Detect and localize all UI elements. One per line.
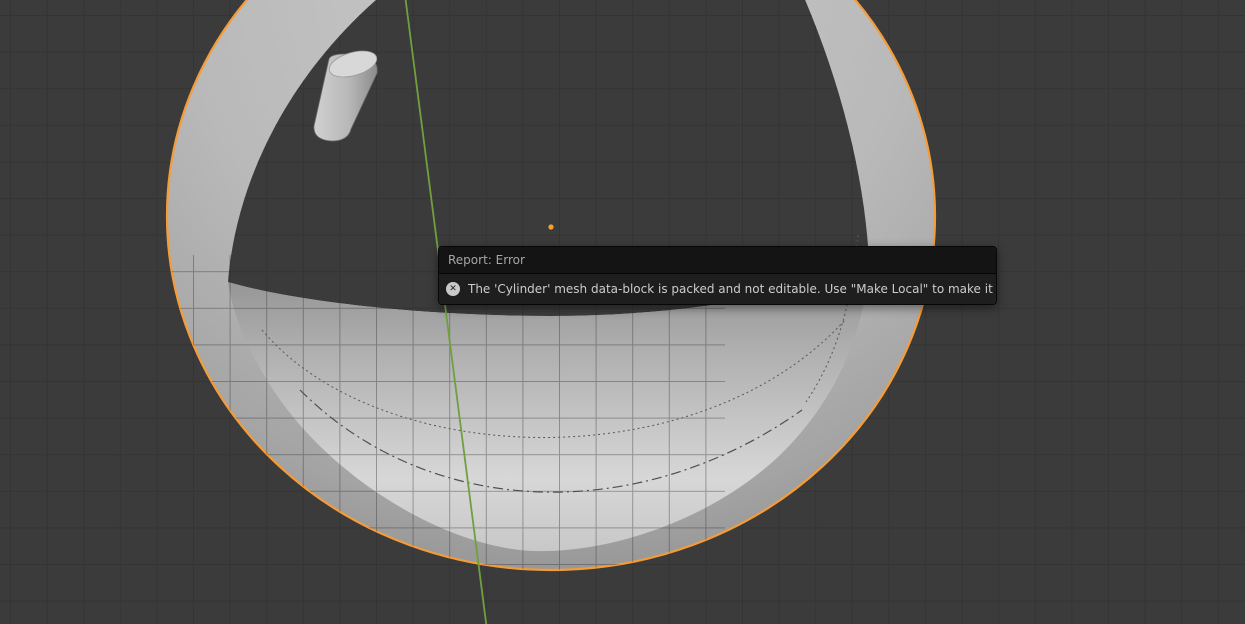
report-popup-body: ✕ The 'Cylinder' mesh data-block is pack… xyxy=(439,274,996,304)
error-cross-icon: ✕ xyxy=(446,282,460,296)
origin-point-dot xyxy=(548,224,554,230)
report-popup-title: Report: Error xyxy=(439,247,996,274)
report-error-message: The 'Cylinder' mesh data-block is packed… xyxy=(468,282,997,296)
viewport-scene[interactable] xyxy=(0,0,1245,624)
report-error-popup[interactable]: Report: Error ✕ The 'Cylinder' mesh data… xyxy=(438,246,997,305)
blender-3d-viewport[interactable]: Report: Error ✕ The 'Cylinder' mesh data… xyxy=(0,0,1245,624)
